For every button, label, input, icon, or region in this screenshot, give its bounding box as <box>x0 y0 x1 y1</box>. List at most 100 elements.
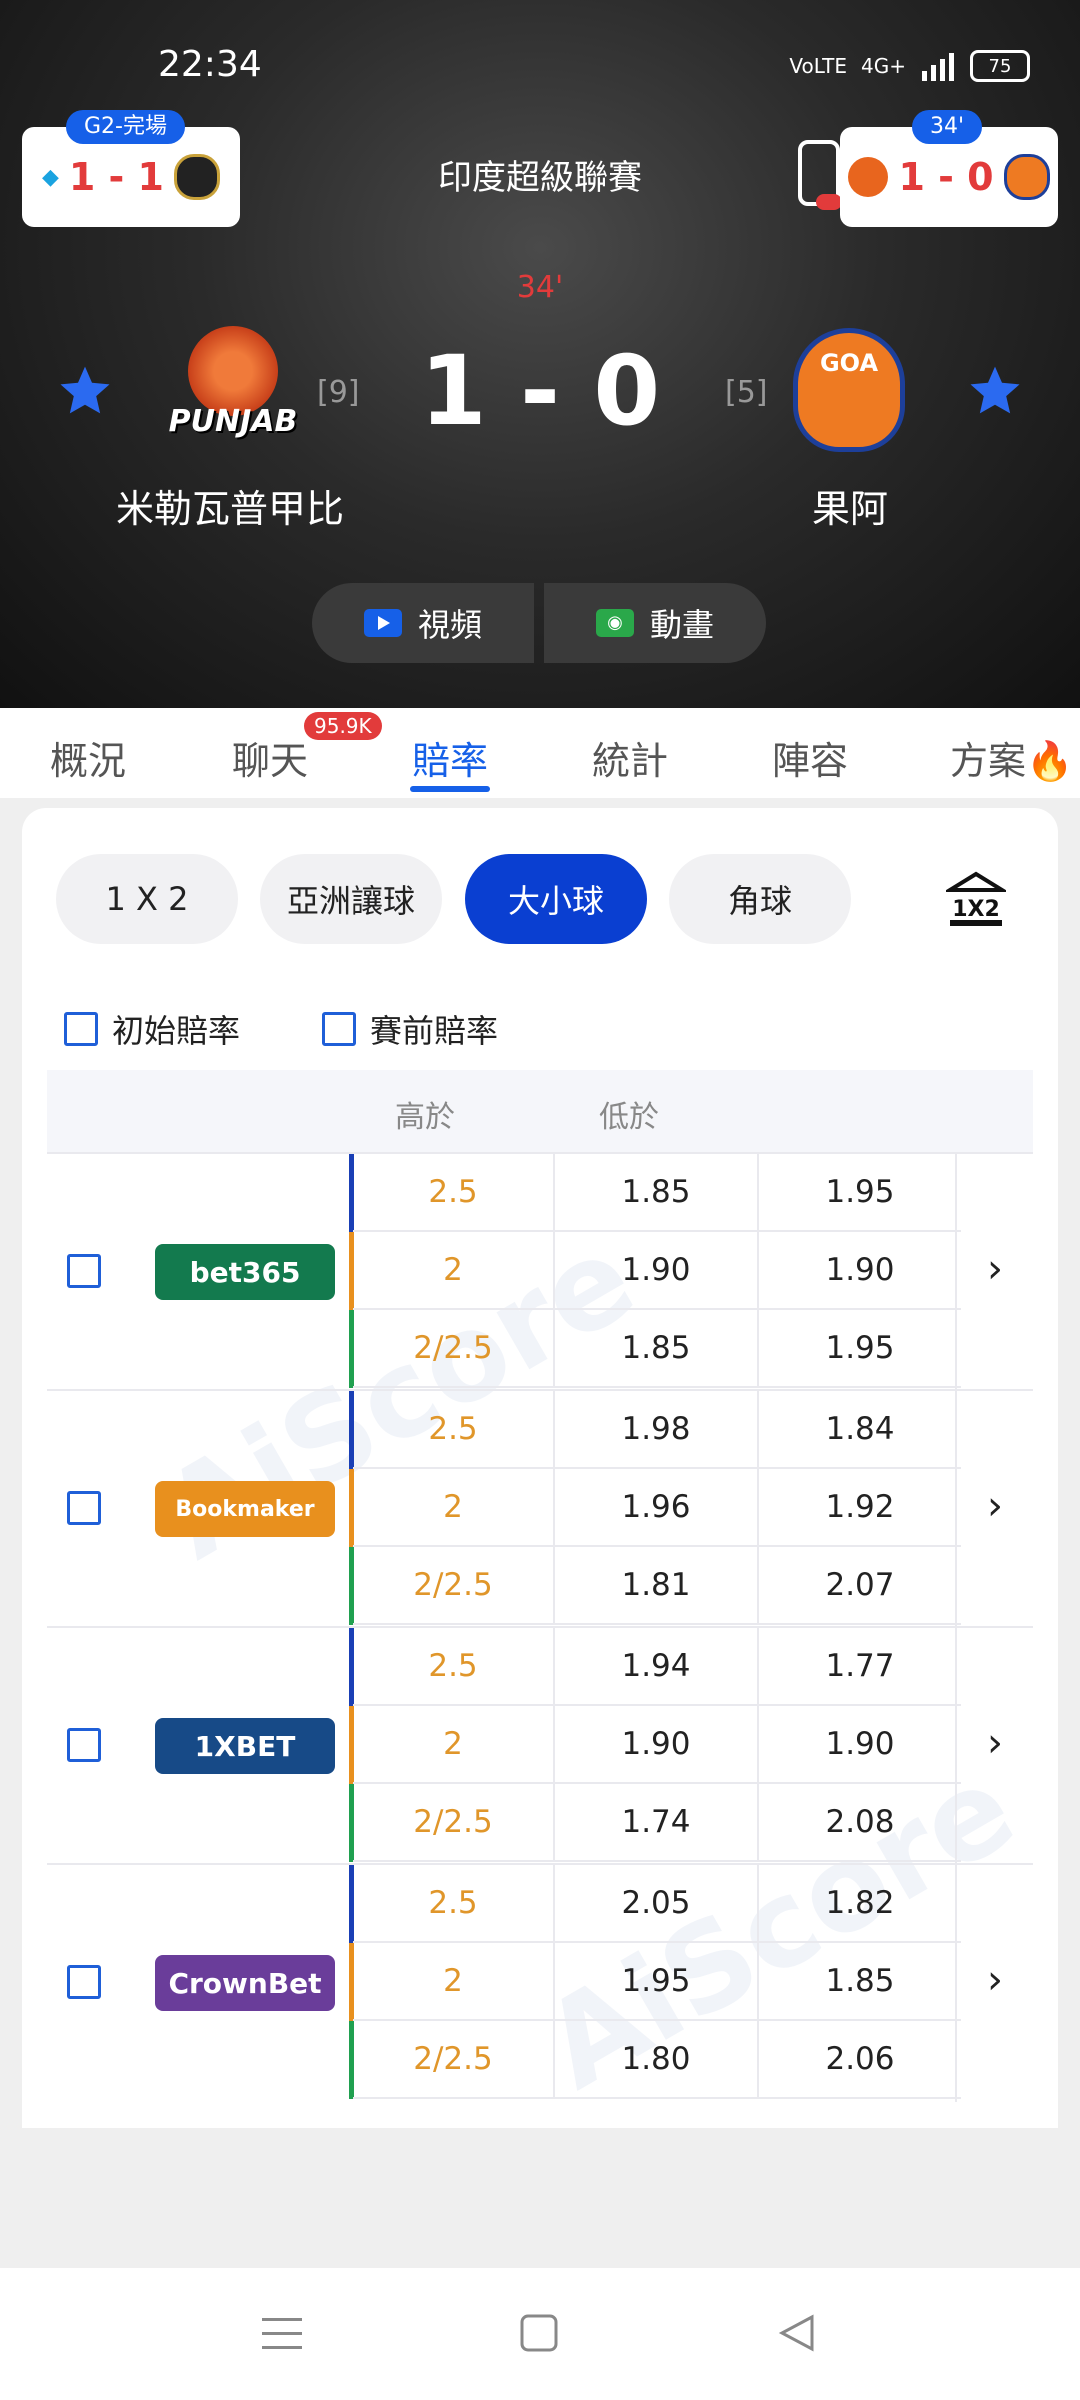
tab-lineup[interactable]: 陣容 <box>772 730 848 785</box>
under-odds: 1.90 <box>757 1232 961 1310</box>
header-over: 高於 <box>395 1100 455 1135</box>
bookmaker-block[interactable]: 1XBET 2.5 1.94 1.77 2 1.90 1.90 2/2.5 1.74 2.08 › <box>47 1626 1033 1865</box>
under-odds: 1.90 <box>757 1706 961 1784</box>
play-icon <box>363 609 402 637</box>
bookmaker-logo: 1XBET <box>155 1718 335 1774</box>
over-odds: 1.95 <box>553 1943 757 2021</box>
goal-line: 2/2.5 <box>353 2021 553 2099</box>
video-button[interactable]: 視頻 <box>312 583 534 663</box>
bookmaker-block[interactable]: CrownBet 2.5 2.05 1.82 2 1.95 1.85 2/2.5 1.80 2.0… <box>47 1863 1033 2102</box>
tab-plans[interactable]: 方案🔥 <box>950 730 1073 785</box>
column-divider <box>955 1628 957 1865</box>
svg-text:1X2: 1X2 <box>952 897 1000 922</box>
bank-icon[interactable]: 1X2 <box>946 870 1006 930</box>
over-odds: 1.94 <box>553 1628 757 1706</box>
odds-card: AiScore AiScore 1 X 2 亞洲讓球 大小球 角球 1X2 初始… <box>22 808 1058 2128</box>
signal-icon <box>922 53 954 81</box>
initial-odds-filter[interactable]: 初始賠率 <box>64 1006 240 1052</box>
over-odds: 2.05 <box>553 1865 757 1943</box>
system-nav-bar <box>0 2268 1080 2400</box>
network-label: 4G+ <box>861 54 906 78</box>
over-odds: 1.90 <box>553 1706 757 1784</box>
bookmaker-checkbox[interactable] <box>67 1728 101 1762</box>
over-odds: 1.90 <box>553 1232 757 1310</box>
odds-row: 2.5 1.85 1.95 <box>353 1154 961 1232</box>
tab-stats[interactable]: 統計 <box>592 730 668 785</box>
bookmaker-checkbox[interactable] <box>67 1965 101 1999</box>
bookmaker-logo: bet365 <box>155 1244 335 1300</box>
odds-type-over-under[interactable]: 大小球 <box>465 854 647 944</box>
odds-type-asian-handicap[interactable]: 亞洲讓球 <box>260 854 442 944</box>
animation-label: 動畫 <box>649 606 714 644</box>
goal-line: 2/2.5 <box>353 1547 553 1625</box>
under-odds: 2.06 <box>757 2021 961 2099</box>
odds-row: 2/2.5 1.81 2.07 <box>353 1547 961 1625</box>
goal-line: 2 <box>353 1706 553 1784</box>
chevron-right-icon[interactable]: › <box>987 1720 1003 1766</box>
goal-line: 2.5 <box>353 1628 553 1706</box>
chat-count-badge: 95.9K <box>304 712 382 740</box>
bookmaker-block[interactable]: bet365 2.5 1.85 1.95 2 1.90 1.90 2/2.5 1.85 1.95 › <box>47 1152 1033 1391</box>
under-odds: 1.84 <box>757 1391 961 1469</box>
odds-row: 2 1.96 1.92 <box>353 1469 961 1547</box>
under-odds: 2.07 <box>757 1547 961 1625</box>
bookmaker-logo: CrownBet <box>155 1955 335 2011</box>
chevron-right-icon[interactable]: › <box>987 1483 1003 1529</box>
chevron-right-icon[interactable]: › <box>987 1246 1003 1292</box>
over-odds: 1.80 <box>553 2021 757 2099</box>
bookmaker-checkbox[interactable] <box>67 1254 101 1288</box>
column-divider <box>955 1154 957 1391</box>
away-rank: [5] <box>725 375 768 410</box>
odds-row: 2/2.5 1.85 1.95 <box>353 1310 961 1388</box>
bookmaker-block[interactable]: Bookmaker 2.5 1.98 1.84 2 1.96 1.92 2/2.5 1.81 2.… <box>47 1389 1033 1628</box>
team-logo-icon <box>1003 154 1050 200</box>
odds-row: 2/2.5 1.74 2.08 <box>353 1784 961 1862</box>
under-odds: 1.92 <box>757 1469 961 1547</box>
odds-row: 2.5 2.05 1.82 <box>353 1865 961 1943</box>
initial-odds-label: 初始賠率 <box>112 1012 241 1050</box>
goal-line: 2.5 <box>353 1865 553 1943</box>
red-dot-icon <box>816 194 842 210</box>
goal-line: 2 <box>353 1943 553 2021</box>
odds-type-corners[interactable]: 角球 <box>669 854 851 944</box>
header-under: 低於 <box>599 1100 659 1135</box>
tab-chat[interactable]: 聊天 <box>232 730 308 785</box>
over-odds: 1.96 <box>553 1469 757 1547</box>
volte-icon: VoLTE <box>789 54 848 78</box>
animation-icon: ◉ <box>595 609 634 637</box>
team-logo-icon <box>848 157 889 197</box>
home-icon[interactable] <box>520 2314 558 2352</box>
match-minute: 34' <box>516 270 564 305</box>
bookmaker-checkbox[interactable] <box>67 1491 101 1525</box>
prematch-odds-label: 賽前賠率 <box>370 1012 499 1050</box>
away-team-name[interactable]: 果阿 <box>670 478 1030 533</box>
goal-line: 2 <box>353 1232 553 1310</box>
menu-icon[interactable] <box>262 2316 302 2352</box>
over-odds: 1.74 <box>553 1784 757 1862</box>
tab-bar: 概況 聊天 賠率 統計 陣容 方案🔥 <box>0 708 1080 798</box>
chevron-right-icon[interactable]: › <box>987 1957 1003 2003</box>
under-odds: 1.82 <box>757 1865 961 1943</box>
over-odds: 1.85 <box>553 1310 757 1388</box>
initial-odds-checkbox[interactable] <box>64 1012 98 1046</box>
under-odds: 1.85 <box>757 1943 961 2021</box>
odds-row: 2 1.95 1.85 <box>353 1943 961 2021</box>
tab-overview[interactable]: 概況 <box>50 730 126 785</box>
odds-row: 2 1.90 1.90 <box>353 1232 961 1310</box>
tab-odds[interactable]: 賠率 <box>412 730 488 785</box>
over-odds: 1.98 <box>553 1391 757 1469</box>
prematch-odds-checkbox[interactable] <box>322 1012 356 1046</box>
odds-row: 2.5 1.98 1.84 <box>353 1391 961 1469</box>
home-team-name[interactable]: 米勒瓦普甲比 <box>50 478 410 533</box>
away-team-logo: GOA <box>793 328 905 452</box>
odds-table-header: 高於 低於 <box>47 1070 1033 1152</box>
phone-icon[interactable] <box>798 140 842 210</box>
status-time: 22:34 <box>158 44 262 85</box>
fire-icon: 🔥 <box>1026 739 1074 783</box>
odds-type-1x2[interactable]: 1 X 2 <box>56 854 238 944</box>
prematch-odds-filter[interactable]: 賽前賠率 <box>322 1006 498 1052</box>
back-icon[interactable] <box>778 2314 816 2352</box>
video-label: 視頻 <box>417 606 482 644</box>
animation-button[interactable]: ◉ 動畫 <box>544 583 766 663</box>
goal-line: 2.5 <box>353 1391 553 1469</box>
